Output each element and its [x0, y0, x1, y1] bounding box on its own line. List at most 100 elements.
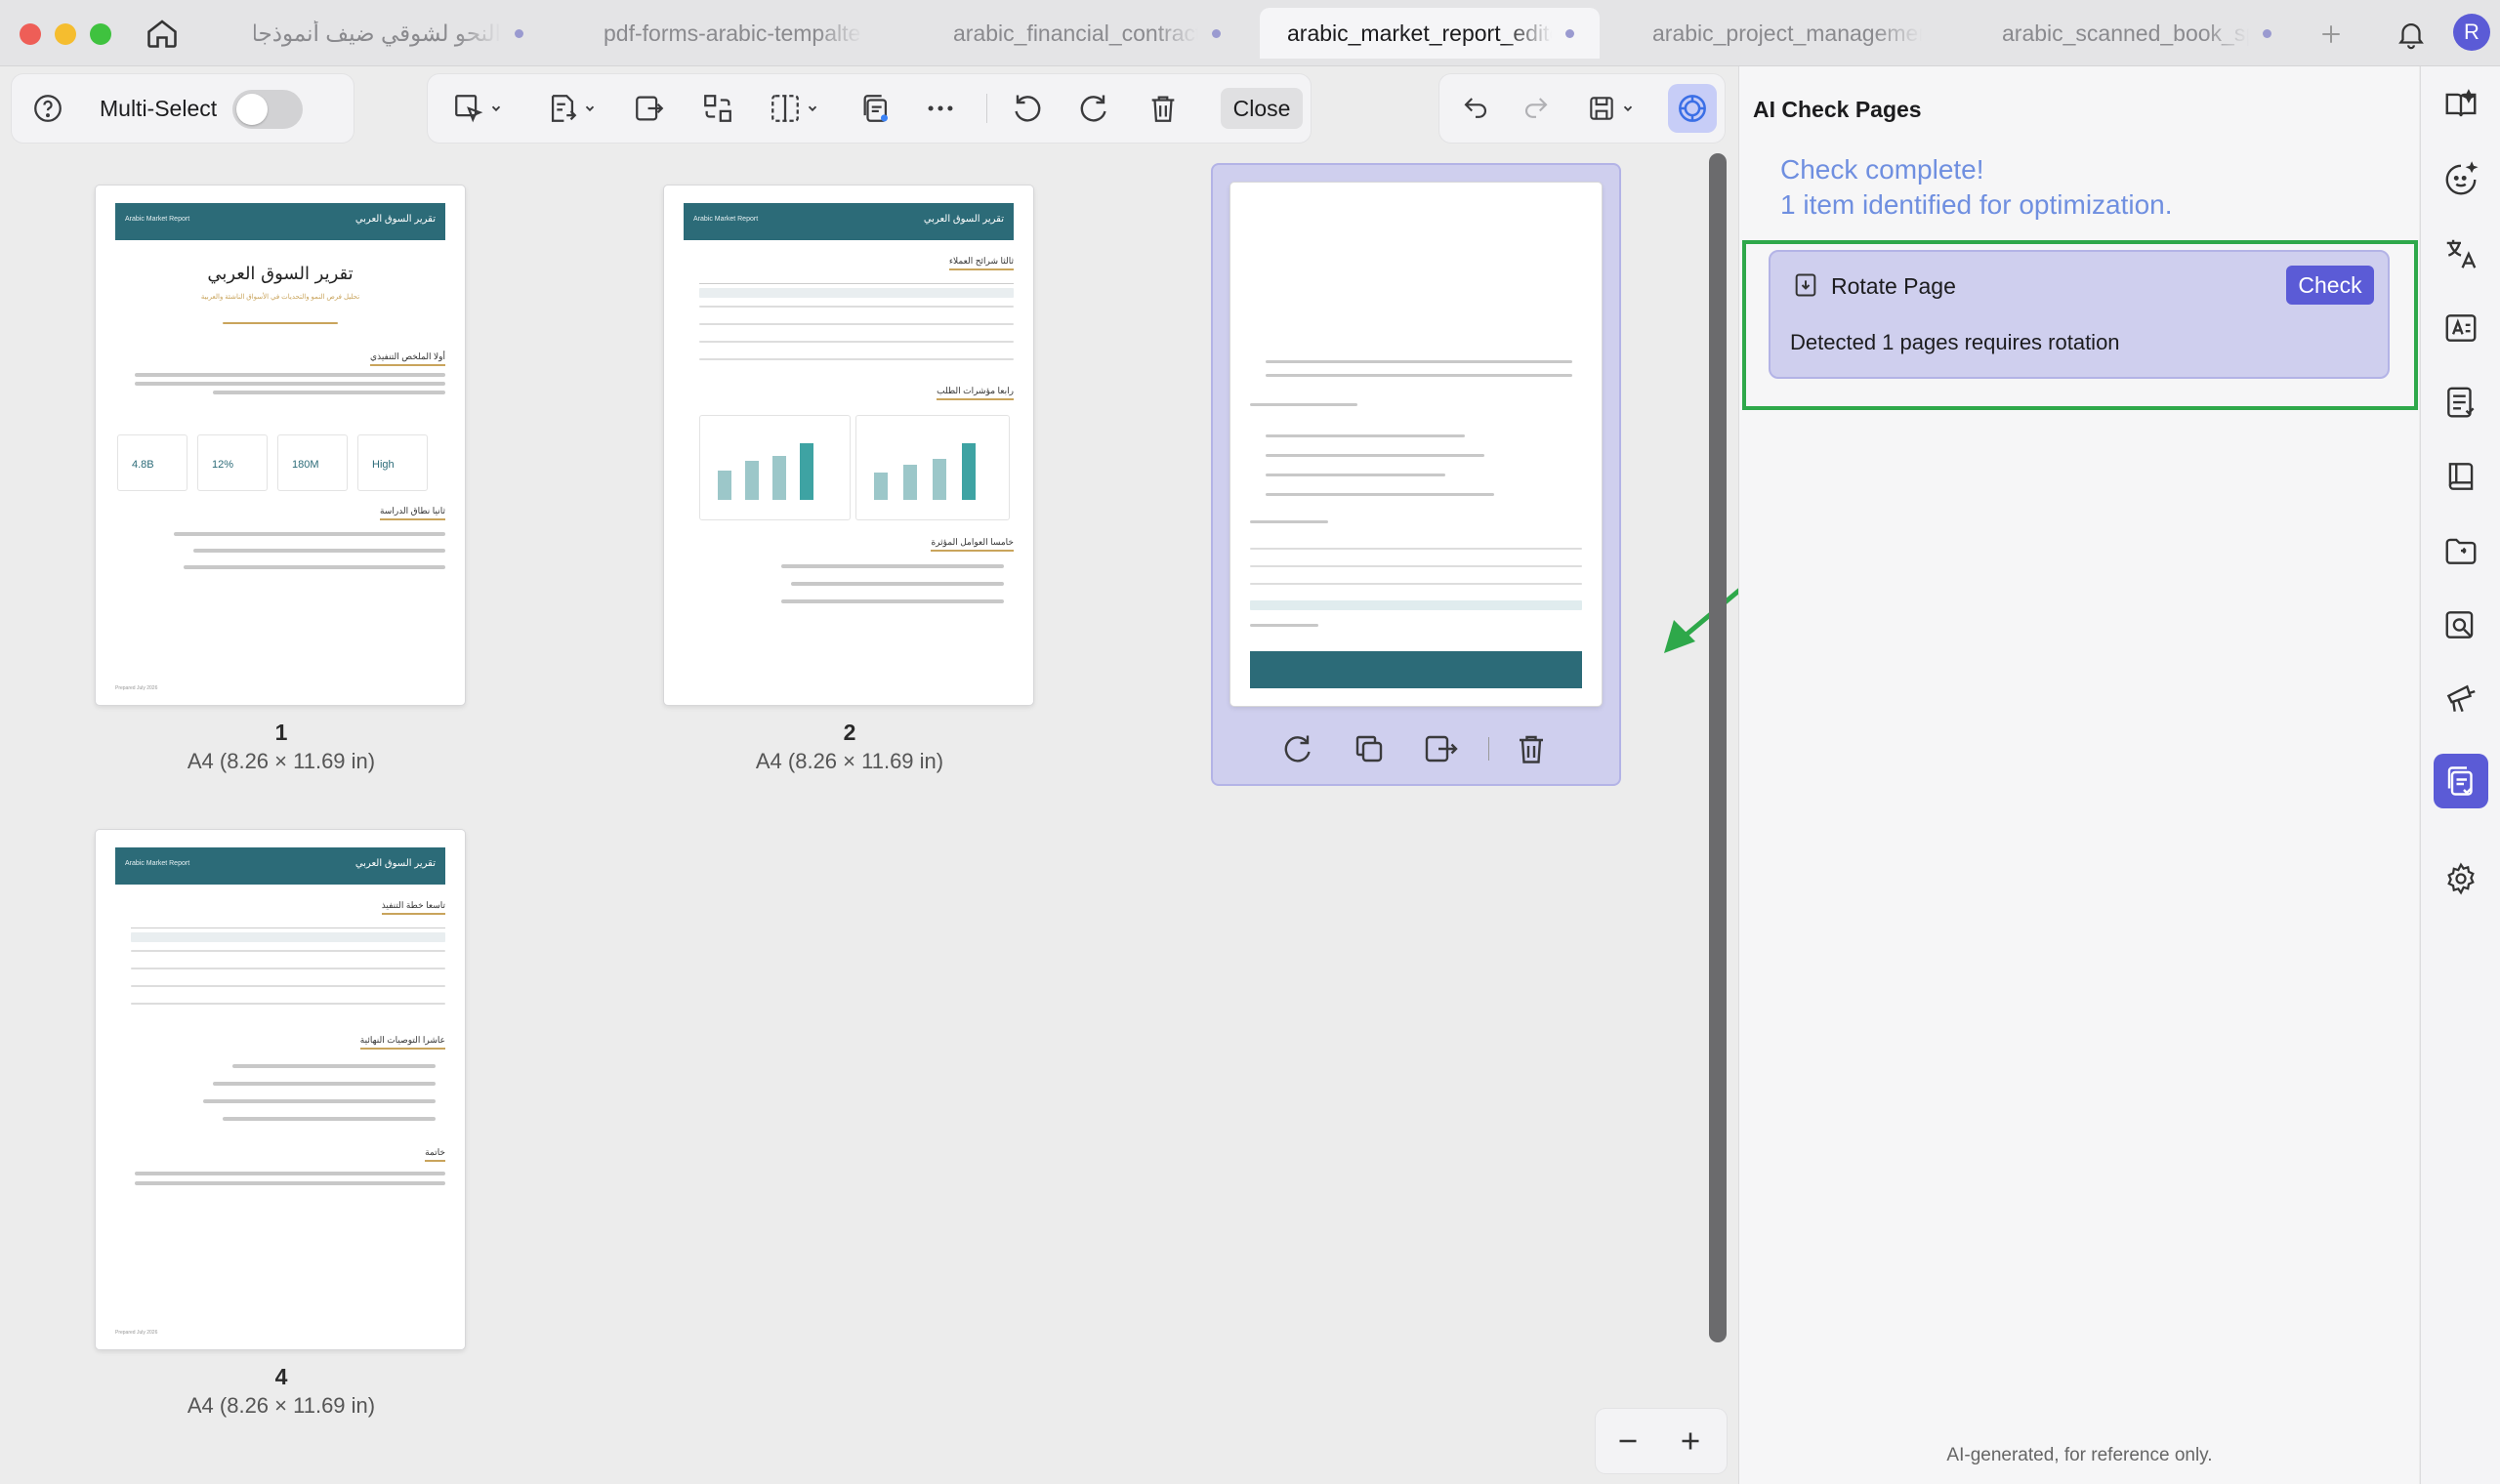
- presentation-icon[interactable]: [2441, 680, 2480, 719]
- header-right-text: تقرير السوق العربي: [354, 214, 436, 225]
- delete-page-button[interactable]: [1141, 88, 1186, 129]
- card-detail: Detected 1 pages requires rotation: [1790, 330, 2120, 354]
- zoom-window-button[interactable]: [90, 23, 111, 45]
- select-tool-button[interactable]: [443, 88, 512, 129]
- right-tool-rail: [2420, 66, 2500, 1484]
- scrollbar-thumb[interactable]: [1709, 153, 1727, 1342]
- ai-check-pages-panel: AI Check Pages Check complete! 1 item id…: [1738, 66, 2419, 1484]
- toolbar-right-group: [1439, 74, 1725, 143]
- page-thumbnail[interactable]: Arabic Market Report تقرير السوق العربي …: [664, 186, 1033, 705]
- form-fields-icon[interactable]: [2441, 383, 2480, 422]
- split-page-button[interactable]: [760, 88, 828, 129]
- tab-document-3[interactable]: arabic_financial_contract_: [926, 8, 1246, 59]
- zoom-in-button[interactable]: [1674, 1424, 1707, 1458]
- chevron-down-icon: [808, 105, 817, 112]
- tab-label: arabic_project_management: [1652, 20, 1922, 46]
- header-left-text: Arabic Market Report: [125, 216, 190, 223]
- tab-document-5[interactable]: arabic_project_management: [1625, 8, 1947, 59]
- selected-page-card[interactable]: [1211, 163, 1621, 786]
- toolbar-left-group: Multi-Select: [12, 74, 354, 143]
- settings-gear-icon[interactable]: [2441, 859, 2480, 898]
- save-button[interactable]: [1576, 88, 1645, 129]
- move-page-button[interactable]: [627, 88, 672, 129]
- chevron-down-icon: [585, 105, 595, 112]
- title-bar: النحو لشوقي ضيف أنموذجا-1 . pdf-forms-ar…: [0, 0, 2500, 66]
- duplicate-page-icon[interactable]: [1352, 731, 1387, 766]
- page-size: A4 (8.26 × 11.69 in): [187, 1393, 376, 1418]
- rotate-left-button[interactable]: [1004, 88, 1049, 129]
- help-icon[interactable]: [27, 88, 68, 129]
- rotate-page-card: Rotate Page Check Detected 1 pages requi…: [1769, 250, 2390, 379]
- page-thumbnail[interactable]: Arabic Market Report تقرير السوق العربي …: [96, 186, 465, 705]
- tab-document-1[interactable]: النحو لشوقي ضيف أنموذجا-1 .: [227, 8, 549, 59]
- stat-card: 12%: [197, 434, 268, 491]
- tab-label: النحو لشوقي ضيف أنموذجا-1 .: [254, 20, 501, 46]
- page-footer-text: Prepared July 2026: [115, 685, 158, 691]
- book-icon[interactable]: [2441, 457, 2480, 496]
- delete-page-icon[interactable]: [1514, 731, 1549, 766]
- card-title: Rotate Page: [1831, 273, 1956, 299]
- extract-page-icon[interactable]: [1422, 731, 1461, 766]
- page-number: 4: [274, 1364, 288, 1389]
- tab-label: arabic_scanned_book_spec: [2002, 20, 2249, 46]
- multi-select-toggle[interactable]: [232, 90, 303, 129]
- unsaved-dot-icon: [515, 28, 523, 38]
- close-window-button[interactable]: [20, 23, 41, 45]
- tab-document-2[interactable]: pdf-forms-arabic-tempalte: [576, 8, 889, 59]
- home-icon[interactable]: [145, 16, 180, 51]
- section-heading: ثانيا نطاق الدراسة: [379, 506, 445, 520]
- stat-card: High: [357, 434, 428, 491]
- more-options-icon[interactable]: [918, 88, 963, 129]
- undo-button[interactable]: [1453, 88, 1498, 129]
- replace-page-button[interactable]: [695, 88, 740, 129]
- new-tab-icon[interactable]: [2316, 20, 2346, 49]
- section-heading: رابعا مؤشرات الطلب: [937, 386, 1014, 400]
- page-footer-text: Prepared July 2026: [115, 1330, 158, 1336]
- ai-chat-icon[interactable]: [2441, 160, 2480, 199]
- redo-button[interactable]: [1514, 88, 1559, 129]
- folder-ai-icon[interactable]: [2441, 531, 2480, 570]
- notification-bell-icon[interactable]: [2395, 18, 2428, 51]
- tab-document-4-active[interactable]: arabic_market_report_edited: [1260, 8, 1600, 59]
- rotate-page-icon[interactable]: [1281, 731, 1316, 766]
- user-avatar[interactable]: R: [2453, 14, 2490, 51]
- report-header-bar: Arabic Market Report تقرير السوق العربي: [115, 847, 445, 885]
- mini-bar-chart: [699, 415, 851, 520]
- close-button[interactable]: Close: [1221, 88, 1303, 129]
- rotate-page-icon: [1792, 271, 1819, 299]
- unsaved-dot-icon: [1565, 28, 1574, 38]
- minimize-window-button[interactable]: [55, 23, 76, 45]
- ai-assistant-button[interactable]: [1668, 84, 1717, 133]
- search-document-icon[interactable]: [2441, 605, 2480, 644]
- toolbar-page-tools: Close: [428, 74, 1311, 143]
- page-thumbnail[interactable]: Arabic Market Report تقرير السوق العربي …: [96, 830, 465, 1349]
- status-line-1: Check complete!: [1780, 154, 1984, 185]
- chevron-down-icon: [491, 105, 501, 112]
- tab-label: pdf-forms-arabic-tempalte: [604, 20, 861, 46]
- section-heading: عاشرا التوصيات النهائية: [359, 1035, 445, 1050]
- page-number: 1: [274, 720, 288, 745]
- ocr-text-icon[interactable]: [2441, 309, 2480, 348]
- translate-icon[interactable]: [2441, 234, 2480, 273]
- report-table: [699, 283, 1014, 363]
- section-heading: تاسعا خطة التنفيذ: [381, 900, 445, 915]
- tab-document-6[interactable]: arabic_scanned_book_spec: [1975, 8, 2297, 59]
- check-button[interactable]: Check: [2286, 266, 2374, 305]
- section-heading: أولا الملخص التنفيذي: [370, 351, 445, 366]
- unsaved-dot-icon: [1212, 28, 1221, 38]
- report-header-bar: Arabic Market Report تقرير السوق العربي: [115, 203, 445, 240]
- page-size: A4 (8.26 × 11.69 in): [755, 749, 944, 773]
- section-heading: خاتمة: [425, 1147, 445, 1162]
- mini-bar-chart: [855, 415, 1010, 520]
- zoom-out-button[interactable]: [1611, 1424, 1645, 1458]
- page-thumbnail-upside-down[interactable]: [1230, 183, 1602, 706]
- ai-check-pages-icon[interactable]: [2434, 754, 2488, 808]
- ai-check-pages-button[interactable]: [854, 88, 898, 129]
- book-reader-icon[interactable]: [2441, 86, 2480, 125]
- rotate-right-button[interactable]: [1072, 88, 1117, 129]
- stat-card: 4.8B: [117, 434, 188, 491]
- panel-title: AI Check Pages: [1753, 97, 1922, 122]
- footer-note: AI-generated, for reference only.: [1946, 1445, 2213, 1465]
- section-heading: خامسا العوامل المؤثرة: [931, 537, 1014, 552]
- extract-page-button[interactable]: [537, 88, 605, 129]
